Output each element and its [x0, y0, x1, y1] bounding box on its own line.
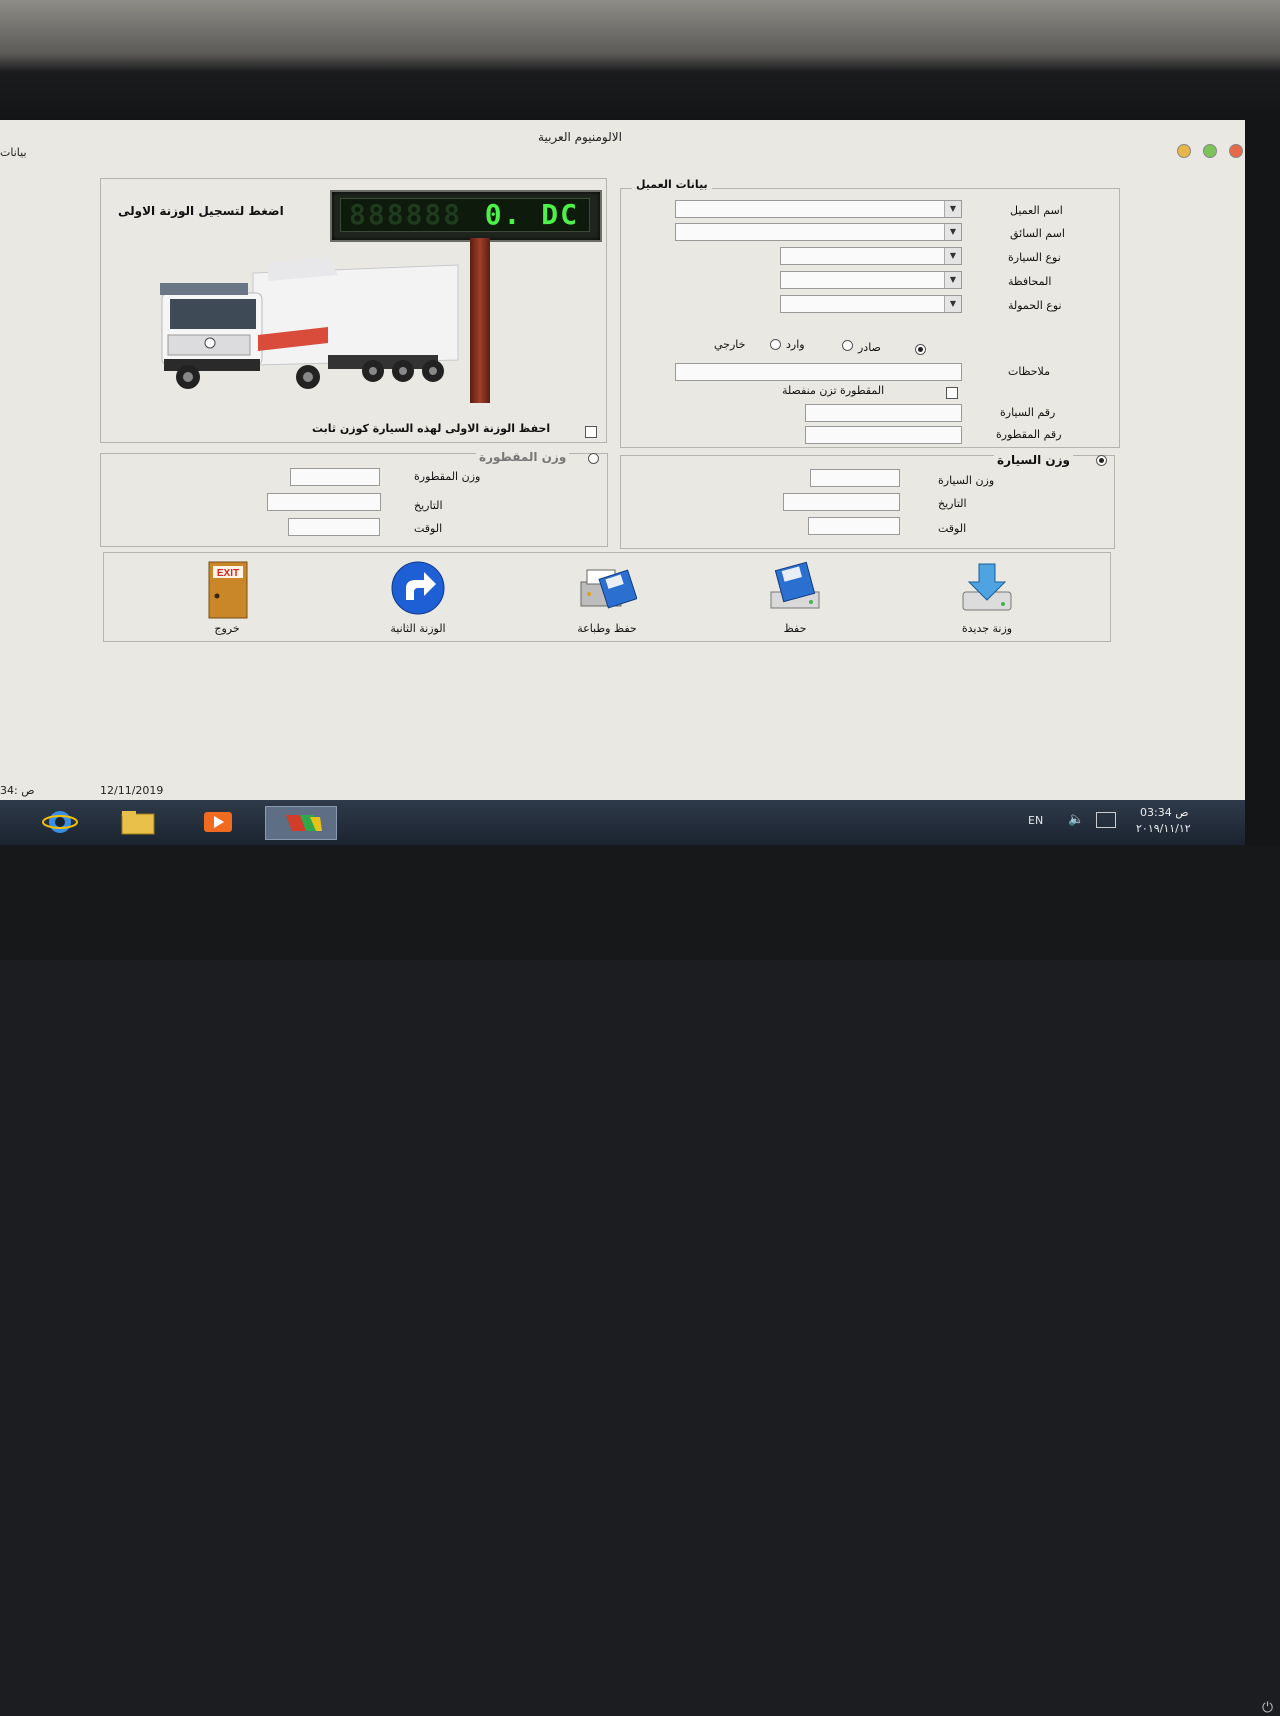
notes-input[interactable] [675, 363, 962, 381]
direction-import-radio[interactable] [842, 340, 853, 351]
trailer-number-label: رقم المقطورة [996, 428, 1062, 441]
chevron-down-icon[interactable]: ▼ [944, 248, 961, 264]
new-weight-label: وزنة جديدة [961, 622, 1013, 635]
load-type-label: نوع الحمولة [1008, 299, 1062, 312]
close-button[interactable] [1229, 144, 1243, 158]
volume-muted-icon[interactable]: 🔈 [1068, 812, 1084, 827]
minimize-button[interactable] [1177, 144, 1191, 158]
exit-button-label: خروج [214, 622, 240, 635]
notes-label: ملاحظات [1008, 365, 1050, 378]
trailer-weight-label: وزن المقطورة [414, 470, 481, 483]
exit-icon-text: EXIT [217, 568, 239, 579]
file-explorer-icon[interactable] [118, 806, 158, 838]
direction-external-radio[interactable] [770, 339, 781, 350]
clock-date[interactable]: ٢٠١٩/١١/١٢ [1136, 822, 1191, 835]
vehicle-type-label: نوع السيارة [1008, 251, 1061, 264]
display-pole [470, 238, 490, 403]
exit-button[interactable]: EXIT خروج [172, 560, 282, 640]
window-left-title: بيانات [0, 146, 27, 159]
save-first-weight-checkbox[interactable] [585, 426, 597, 438]
chevron-down-icon[interactable]: ▼ [944, 272, 961, 288]
clock-time[interactable]: 03:34 ص [1140, 806, 1189, 819]
governorate-label: المحافظة [1008, 275, 1052, 288]
weight-display-screen: 888888 0. DC [340, 198, 590, 232]
monitor-bezel-bottom: ⏻ [0, 845, 1280, 1716]
weight-display[interactable]: 888888 0. DC [330, 190, 602, 242]
vehicle-time-input[interactable] [808, 517, 900, 535]
driver-name-label: اسم السائق [1010, 227, 1065, 240]
download-arrow-icon [962, 563, 1012, 611]
customer-name-combo[interactable]: ▼ [675, 200, 962, 218]
vehicle-date-input[interactable] [783, 493, 900, 511]
vehicle-weight-radio[interactable] [1096, 455, 1107, 466]
status-date: 12/11/2019 [100, 784, 164, 797]
direction-import-label: وارد [786, 338, 805, 351]
load-type-combo[interactable]: ▼ [780, 295, 962, 313]
second-weight-label: الوزنة الثانية [390, 622, 446, 635]
trailer-date-input[interactable] [267, 493, 381, 511]
power-icon[interactable]: ⏻ [1262, 1700, 1273, 1716]
window-title: الالومنيوم العربية [538, 130, 622, 144]
arrow-right-circle-icon [391, 561, 445, 615]
trailer-number-input[interactable] [805, 426, 962, 444]
new-weight-button[interactable]: وزنة جديدة [932, 560, 1042, 640]
vehicle-number-input[interactable] [805, 404, 962, 422]
scale-instruction: اضغط لتسجيل الوزنة الاولى [118, 204, 284, 218]
language-indicator[interactable]: EN [1028, 814, 1043, 827]
status-time: 34: ص [0, 784, 35, 797]
exit-door-icon: EXIT [208, 561, 248, 619]
governorate-combo[interactable]: ▼ [780, 271, 962, 289]
chevron-down-icon[interactable]: ▼ [944, 224, 961, 240]
save-print-button[interactable]: حفظ وطباعة [552, 560, 662, 640]
trailer-time-label: الوقت [414, 522, 443, 535]
taskbar: EN 🔈 03:34 ص ٢٠١٩/١١/١٢ [0, 800, 1245, 845]
internet-explorer-icon[interactable] [40, 806, 80, 838]
save-first-weight-label: احفظ الوزنة الاولى لهذه السيارة كوزن ثاب… [312, 422, 551, 435]
direction-export-radio[interactable] [915, 344, 926, 355]
vehicle-time-label: الوقت [938, 522, 967, 535]
direction-export-label: صادر [858, 341, 881, 354]
monitor-bezel-top [0, 0, 1280, 120]
vehicle-number-label: رقم السيارة [1000, 406, 1056, 419]
second-weight-button[interactable]: الوزنة الثانية [363, 560, 473, 640]
trailer-weight-radio[interactable] [588, 453, 599, 464]
weight-display-value: 0. DC [484, 198, 579, 231]
save-print-label: حفظ وطباعة [577, 622, 637, 635]
customer-group-title: بيانات العميل [632, 178, 712, 191]
weighbridge-app-icon[interactable] [265, 806, 337, 840]
led-ghost-digits: 888888 [349, 198, 463, 231]
save-label: حفظ [783, 622, 807, 635]
save-button[interactable]: حفظ [740, 560, 850, 640]
vehicle-weight-title: وزن السيارة [994, 453, 1074, 467]
chevron-down-icon[interactable]: ▼ [944, 296, 961, 312]
status-bar: 34: ص 12/11/2019 [0, 780, 1245, 800]
vehicle-date-label: التاريخ [938, 497, 967, 510]
media-player-icon[interactable] [198, 806, 238, 838]
maximize-button[interactable] [1203, 144, 1217, 158]
customer-name-label: اسم العميل [1010, 204, 1063, 217]
driver-name-combo[interactable]: ▼ [675, 223, 962, 241]
trailer-weight-title: وزن المقطورة [476, 450, 570, 464]
save-disk-icon [770, 561, 820, 609]
chevron-down-icon[interactable]: ▼ [944, 201, 961, 217]
window-titlebar: بيانات الالومنيوم العربية [0, 120, 1245, 159]
printer-disk-icon [580, 569, 637, 609]
trailer-time-input[interactable] [288, 518, 380, 536]
trailer-date-label: التاريخ [414, 499, 443, 512]
trailer-weight-input[interactable] [290, 468, 380, 486]
vehicle-type-combo[interactable]: ▼ [780, 247, 962, 265]
vehicle-weight-label: وزن السيارة [938, 474, 995, 487]
network-icon[interactable] [1096, 812, 1116, 828]
trailer-separate-label: المقطورة تزن منفصلة [782, 384, 885, 397]
vehicle-weight-input[interactable] [810, 469, 900, 487]
monitor-bezel-right [1240, 110, 1280, 960]
trailer-separate-checkbox[interactable] [946, 387, 958, 399]
direction-external-label: خارجي [714, 338, 746, 351]
truck-image [160, 257, 459, 389]
monitor-screen: بيانات الالومنيوم العربية اضغط لتسجيل ال… [0, 120, 1245, 845]
